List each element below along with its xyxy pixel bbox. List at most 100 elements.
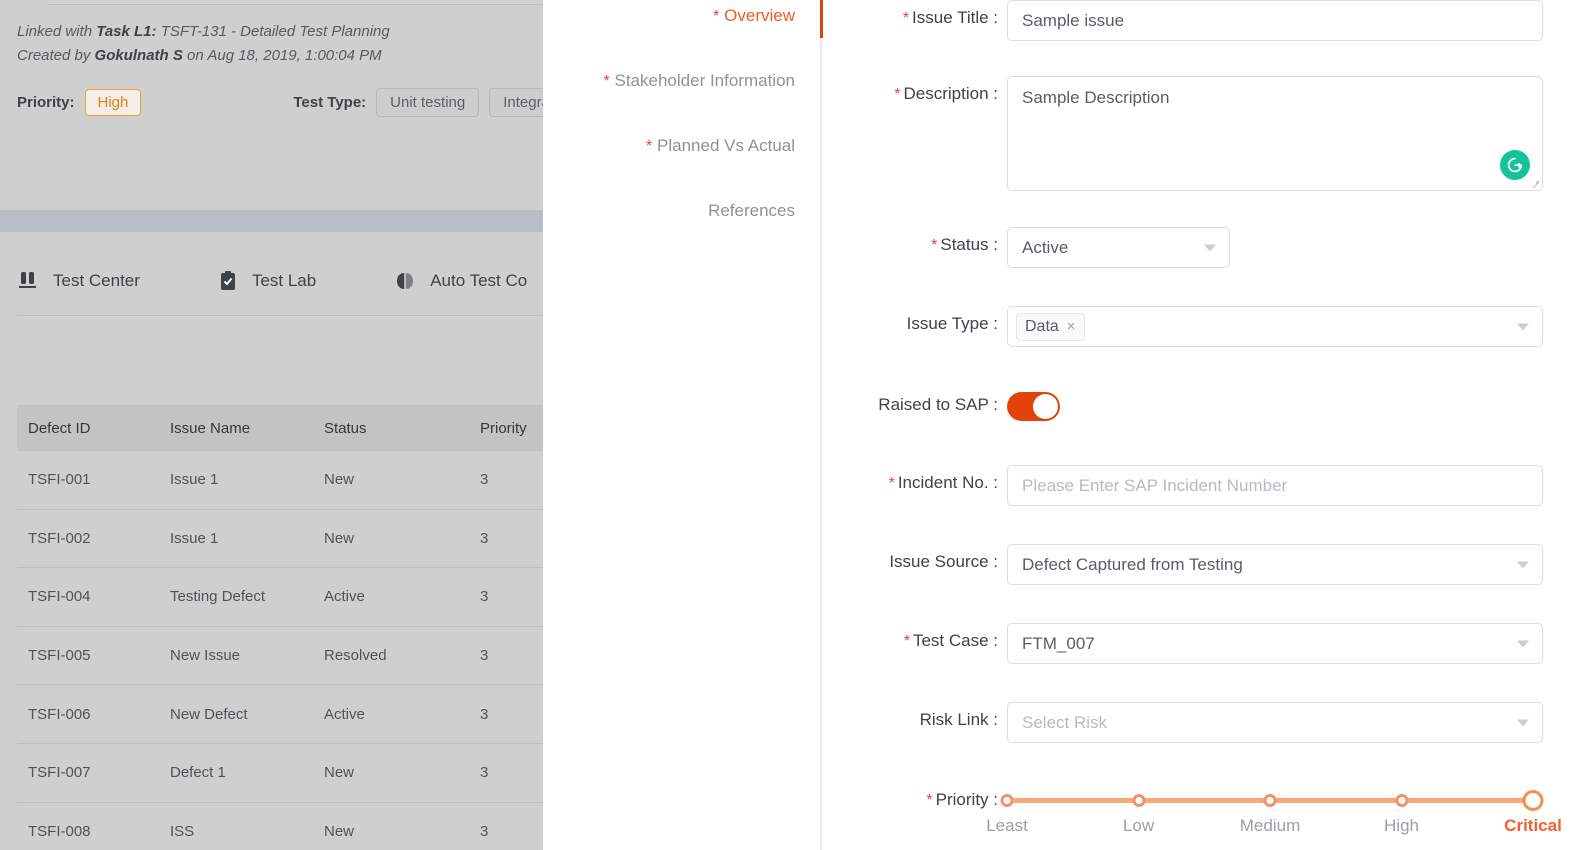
required-asterisk: * <box>902 10 910 27</box>
table-header-row: Defect ID Issue Name Status Priority <box>17 405 543 451</box>
nav-divider <box>820 0 822 850</box>
test-case-select[interactable]: FTM_007 <box>1007 623 1543 664</box>
clipboard-check-icon <box>218 270 238 292</box>
tag-label: Data <box>1025 317 1059 335</box>
resize-handle[interactable] <box>1529 178 1539 188</box>
issue-title-control: Sample issue <box>1007 0 1543 41</box>
field-raised-to-sap: Raised to SAP : <box>823 392 1060 421</box>
test-type-chip-integration[interactable]: Integratio <box>489 88 543 117</box>
slider-handle[interactable] <box>1132 794 1145 807</box>
table-cell: Testing Defect <box>170 588 266 606</box>
table-row[interactable]: TSFI-002 Issue 1 New 3 <box>17 510 543 569</box>
background-tab-bar: Test Center Test Lab Auto Test Co <box>17 270 543 292</box>
created-by-name: Gokulnath S <box>94 47 183 64</box>
nav-item-label: Planned Vs Actual <box>657 136 795 155</box>
label-text: Issue Type : <box>906 314 998 333</box>
nav-item-label: Stakeholder Information <box>614 71 796 90</box>
field-description: * Description : Sample Description <box>823 76 1543 191</box>
table-row[interactable]: TSFI-001 Issue 1 New 3 <box>17 451 543 510</box>
slider-handle[interactable] <box>1263 794 1277 807</box>
column-header-defect-id: Defect ID <box>28 419 91 437</box>
table-cell: TSFI-004 <box>28 588 91 606</box>
issue-type-tag[interactable]: Data × <box>1016 312 1085 341</box>
slider-tick-label[interactable]: Low <box>1123 816 1154 836</box>
nav-item-label: References <box>708 201 795 220</box>
field-issue-type: Issue Type : Data × <box>823 306 1543 347</box>
table-row[interactable]: TSFI-007 Defect 1 New 3 <box>17 744 543 803</box>
issue-type-control: Data × <box>1007 306 1543 347</box>
chevron-down-icon <box>1517 323 1529 330</box>
nav-item-overview[interactable]: * Overview <box>713 6 795 26</box>
section-band <box>0 210 543 232</box>
issue-source-control: Defect Captured from Testing <box>1007 544 1543 585</box>
nav-item-references[interactable]: References <box>708 201 795 221</box>
required-asterisk: * <box>926 792 933 809</box>
field-label: * Status : <box>823 227 998 255</box>
table-cell: ISS <box>170 822 195 840</box>
created-by-line: Created by Gokulnath S on Aug 18, 2019, … <box>17 44 543 68</box>
required-asterisk: * <box>894 86 901 103</box>
slider-tick-label[interactable]: High <box>1384 816 1419 836</box>
table-cell: Active <box>324 588 365 606</box>
raised-to-sap-toggle[interactable] <box>1007 392 1060 421</box>
slider-tick-label[interactable]: Medium <box>1240 816 1300 836</box>
risk-link-placeholder: Select Risk <box>1022 712 1108 732</box>
slider-handle[interactable] <box>1522 790 1544 811</box>
field-label: Issue Source : <box>823 544 998 572</box>
created-prefix: Created by <box>17 47 95 64</box>
chevron-down-icon <box>1517 640 1529 647</box>
tab-test-center[interactable]: Test Center <box>17 270 140 292</box>
issue-type-multiselect[interactable]: Data × <box>1007 306 1543 347</box>
status-control: Active <box>1007 227 1230 268</box>
table-cell: New <box>324 471 355 489</box>
incident-no-input[interactable]: Please Enter SAP Incident Number <box>1007 465 1543 506</box>
field-issue-title: * Issue Title : Sample issue <box>823 0 1543 41</box>
top-divider <box>47 4 543 5</box>
issue-source-select[interactable]: Defect Captured from Testing <box>1007 544 1543 585</box>
nav-item-stakeholder-information[interactable]: * Stakeholder Information <box>604 71 795 91</box>
table-cell: 3 <box>480 529 489 547</box>
tab-test-lab[interactable]: Test Lab <box>218 270 316 292</box>
slider-tick-label[interactable]: Least <box>986 816 1028 836</box>
risk-link-control: Select Risk <box>1007 702 1543 743</box>
task-info-block: Linked with Task L1: TSFT-131 - Detailed… <box>17 20 543 68</box>
required-asterisk: * <box>903 633 910 650</box>
grammarly-icon[interactable] <box>1500 150 1530 180</box>
priority-chip[interactable]: High <box>84 89 142 116</box>
description-value: Sample Description <box>1022 88 1170 107</box>
issue-title-input[interactable]: Sample issue <box>1007 0 1543 41</box>
tab-label: Test Lab <box>251 271 317 290</box>
table-row[interactable]: TSFI-006 New Defect Active 3 <box>17 685 543 744</box>
field-incident-no: * Incident No. : Please Enter SAP Inciden… <box>823 465 1543 506</box>
slider-handle[interactable] <box>1395 794 1408 807</box>
table-row[interactable]: TSFI-004 Testing Defect Active 3 <box>17 568 543 627</box>
slider-handle[interactable] <box>1000 794 1014 807</box>
table-cell: 3 <box>480 764 489 782</box>
table-cell: New Issue <box>170 647 241 665</box>
field-label: * Incident No. : <box>823 465 998 493</box>
description-textarea[interactable]: Sample Description <box>1007 76 1543 191</box>
table-row[interactable]: TSFI-005 New Issue Resolved 3 <box>17 627 543 686</box>
tab-bar-divider <box>17 315 543 316</box>
status-select[interactable]: Active <box>1007 227 1230 268</box>
table-row[interactable]: TSFI-008 ISS New 3 <box>17 803 543 850</box>
test-case-control: FTM_007 <box>1007 623 1543 664</box>
column-header-priority: Priority <box>480 419 527 437</box>
table-cell: New <box>324 764 355 782</box>
linked-task-line: Linked with Task L1: TSFT-131 - Detailed… <box>17 20 543 44</box>
table-cell: New Defect <box>170 705 248 723</box>
table-cell: 3 <box>480 588 489 606</box>
close-icon[interactable]: × <box>1067 318 1076 335</box>
tab-auto-test-control[interactable]: Auto Test Co <box>394 270 527 292</box>
defects-table: Defect ID Issue Name Status Priority TSF… <box>17 405 543 850</box>
nav-item-planned-vs-actual[interactable]: * Planned Vs Actual <box>646 136 795 156</box>
label-text: Status : <box>940 235 998 254</box>
priority-slider[interactable]: Least Low Medium High Critical <box>986 790 1562 848</box>
issue-source-value: Defect Captured from Testing <box>1022 554 1243 574</box>
table-body: TSFI-001 Issue 1 New 3 TSFI-002 Issue 1 New 3 TS… <box>17 451 543 850</box>
table-cell: TSFI-007 <box>28 764 91 782</box>
test-type-chip-unit-testing[interactable]: Unit testing <box>376 88 480 117</box>
risk-link-select[interactable]: Select Risk <box>1007 702 1543 743</box>
slider-tick-label[interactable]: Critical <box>1504 816 1562 836</box>
field-risk-link: Risk Link : Select Risk <box>823 702 1543 743</box>
